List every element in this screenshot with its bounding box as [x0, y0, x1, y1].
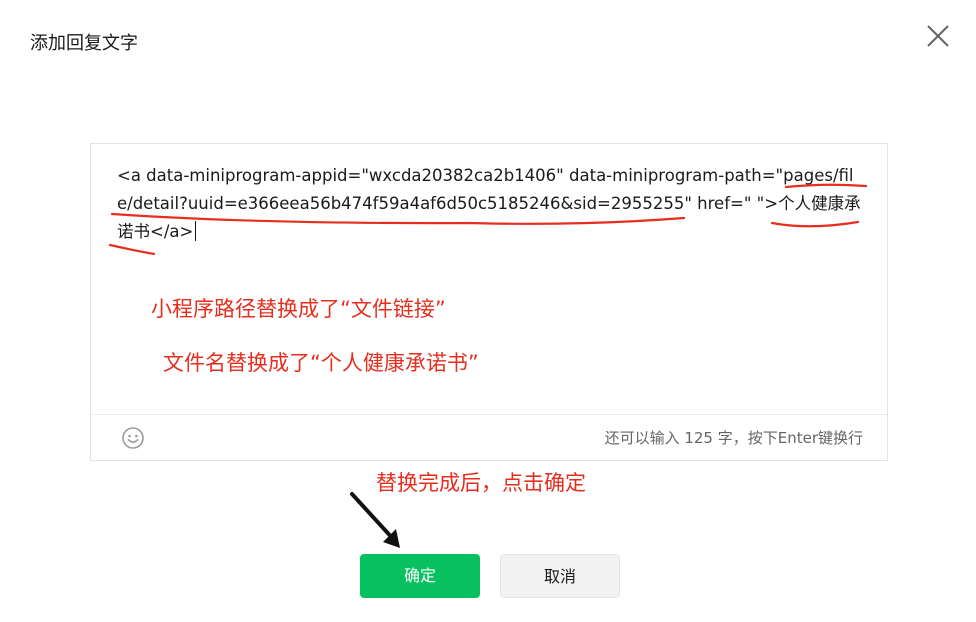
- dialog-title: 添加回复文字: [30, 33, 138, 54]
- reply-text-editor[interactable]: <a data-miniprogram-appid="wxcda20382ca2…: [90, 143, 888, 461]
- emoji-button[interactable]: [121, 426, 145, 450]
- arrow-head: [383, 529, 400, 548]
- confirm-button[interactable]: 确定: [360, 554, 480, 598]
- arrow-icon: [350, 492, 397, 543]
- char-count-hint: 还可以输入 125 字，按下Enter键换行: [604, 429, 863, 447]
- editor-line-3-text: 诺书</a>: [117, 222, 194, 241]
- emoji-icon: [122, 427, 144, 449]
- editor-line-1: <a data-miniprogram-appid="wxcda20382ca2…: [117, 166, 854, 185]
- editor-footer: 还可以输入 125 字，按下Enter键换行: [91, 414, 887, 460]
- annotation-action-note: 替换完成后，点击确定: [376, 471, 586, 495]
- cancel-button[interactable]: 取消: [500, 554, 620, 598]
- close-button[interactable]: [922, 20, 954, 52]
- editor-line-2: e/detail?uuid=e366eea56b474f59a4af6d50c5…: [117, 194, 861, 213]
- editor-content[interactable]: <a data-miniprogram-appid="wxcda20382ca2…: [117, 162, 873, 246]
- annotation-path-note: 小程序路径替换成了“文件链接”: [151, 297, 446, 321]
- annotation-name-note: 文件名替换成了“个人健康承诺书”: [163, 351, 479, 375]
- text-caret: [195, 221, 197, 241]
- close-icon: [927, 25, 949, 47]
- editor-line-3: 诺书</a>: [117, 218, 873, 246]
